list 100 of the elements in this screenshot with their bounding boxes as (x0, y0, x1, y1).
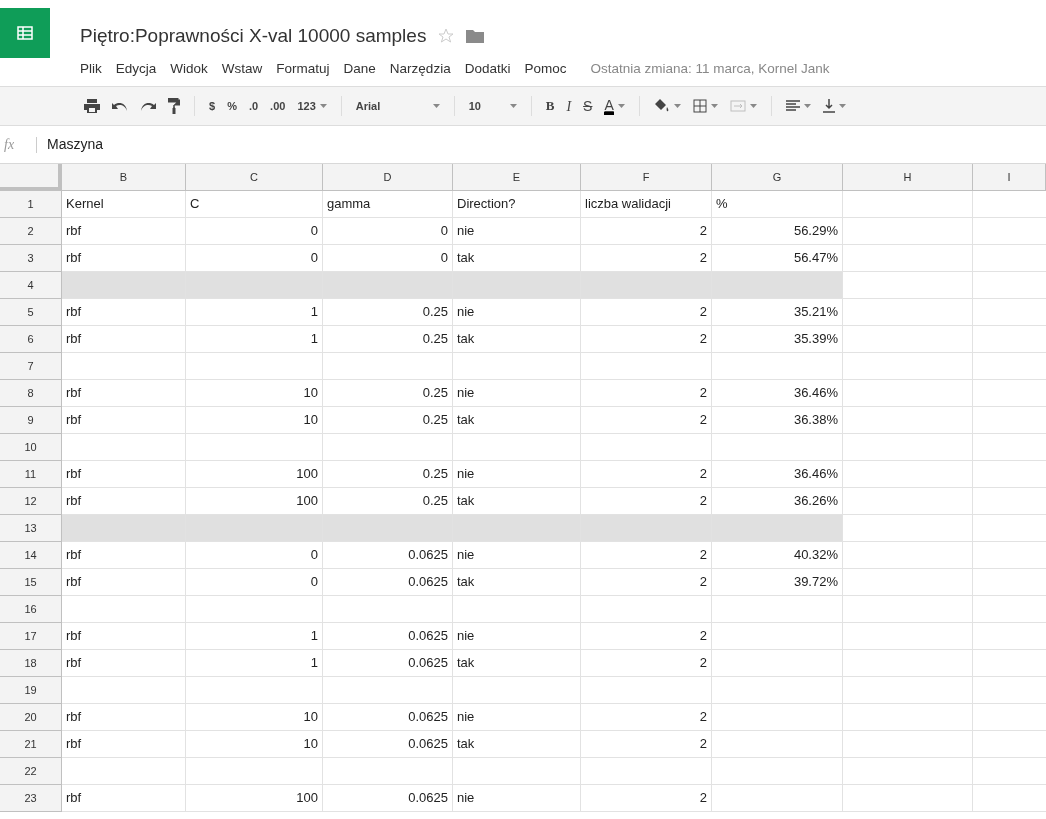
menu-item[interactable]: Plik (80, 58, 102, 79)
table-cell: tak (453, 326, 581, 353)
menu-item[interactable]: Edycja (115, 58, 157, 79)
row-header[interactable]: 12 (0, 488, 62, 515)
borders-icon (692, 99, 707, 113)
table-cell: nie (453, 461, 581, 488)
caret-icon (432, 104, 440, 108)
number-format-button[interactable]: 123 (291, 92, 333, 120)
row-header[interactable]: 19 (0, 677, 62, 704)
row-header[interactable]: 3 (0, 245, 62, 272)
table-cell: 2 (581, 326, 712, 353)
table-cell: Direction? (453, 191, 581, 218)
row-header[interactable]: 20 (0, 704, 62, 731)
menu-item[interactable]: Widok (170, 58, 208, 79)
percent-button[interactable]: % (221, 92, 243, 120)
bold-button[interactable]: B (539, 92, 561, 120)
table-cell: tak (453, 488, 581, 515)
row-header[interactable]: 2 (0, 218, 62, 245)
table-cell: C (186, 191, 323, 218)
table-cell: nie (453, 704, 581, 731)
row-header[interactable]: 1 (0, 191, 62, 218)
increase-decimals-button[interactable]: .00 (264, 92, 292, 120)
row-header[interactable]: 13 (0, 515, 62, 542)
menu-item[interactable]: Narzędzia (389, 58, 451, 79)
table-cell: 0.25 (323, 380, 453, 407)
folder-icon[interactable] (466, 29, 485, 44)
table-cell: nie (453, 542, 581, 569)
row-header[interactable]: 10 (0, 434, 62, 461)
row-header[interactable]: 11 (0, 461, 62, 488)
column-header[interactable]: H (843, 164, 973, 191)
row-header[interactable]: 22 (0, 758, 62, 785)
column-header[interactable]: B (62, 164, 186, 191)
table-cell: rbf (62, 623, 186, 650)
column-header[interactable]: F (581, 164, 712, 191)
table-cell: rbf (62, 461, 186, 488)
table-cell: 2 (581, 380, 712, 407)
column-header[interactable]: I (973, 164, 1046, 191)
row-header[interactable]: 9 (0, 407, 62, 434)
row-header[interactable]: 4 (0, 272, 62, 299)
row-header[interactable]: 15 (0, 569, 62, 596)
table-cell: rbf (62, 569, 186, 596)
table-cell: tak (453, 650, 581, 677)
column-header[interactable]: E (453, 164, 581, 191)
table-cell: % (712, 191, 843, 218)
table-cell: rbf (62, 731, 186, 758)
menu-item[interactable]: Dane (343, 58, 376, 79)
table-cell: 0.25 (323, 326, 453, 353)
table-cell: 10 (186, 407, 323, 434)
table-cell: rbf (62, 488, 186, 515)
menu-item[interactable]: Dodatki (464, 58, 511, 79)
table-cell: rbf (62, 542, 186, 569)
function-label: fx (4, 136, 16, 154)
caret-icon (710, 104, 718, 108)
menu-item[interactable]: Pomoc (524, 58, 567, 79)
corner-cell[interactable] (0, 164, 62, 191)
row-header[interactable]: 6 (0, 326, 62, 353)
sheets-logo[interactable] (0, 8, 50, 58)
italic-button[interactable]: I (560, 92, 578, 120)
last-edit-note[interactable]: Ostatnia zmiana: 11 marca, Kornel Jank (590, 58, 830, 79)
menu-item[interactable]: Formatuj (276, 58, 330, 79)
row-header[interactable]: 17 (0, 623, 62, 650)
text-color-button[interactable]: A (598, 92, 631, 120)
font-size-dropdown[interactable]: 10 (462, 92, 523, 120)
row-header[interactable]: 8 (0, 380, 62, 407)
row-header[interactable]: 14 (0, 542, 62, 569)
row-header[interactable]: 16 (0, 596, 62, 623)
column-header[interactable]: C (186, 164, 323, 191)
caret-icon (749, 104, 757, 108)
table-cell: 2 (581, 623, 712, 650)
row-header[interactable]: 23 (0, 785, 62, 812)
table-cell: 2 (581, 650, 712, 677)
formula-input[interactable]: Maszyna (47, 134, 1046, 155)
row-header[interactable]: 5 (0, 299, 62, 326)
table-cell: tak (453, 407, 581, 434)
document-title[interactable]: Piętro:Poprawności X-val 10000 samples (80, 22, 427, 51)
strikethrough-button[interactable]: S (577, 92, 599, 120)
table-cell: rbf (62, 245, 186, 272)
font-dropdown[interactable]: Arial (349, 92, 446, 120)
table-cell: 1 (186, 326, 323, 353)
table-cell: Kernel (62, 191, 186, 218)
decrease-decimals-button[interactable]: .0 (242, 92, 265, 120)
star-icon[interactable] (438, 28, 455, 45)
table-cell: 36.46% (712, 380, 843, 407)
table-cell: rbf (62, 407, 186, 434)
column-header[interactable]: D (323, 164, 453, 191)
table-cell: 0.0625 (323, 623, 453, 650)
menu-item[interactable]: Wstaw (221, 58, 263, 79)
table-icon (17, 26, 33, 40)
caret-icon (319, 104, 327, 108)
align-left-icon (785, 100, 800, 112)
table-cell: 0.25 (323, 407, 453, 434)
table-cell: 10 (186, 380, 323, 407)
row-header[interactable]: 21 (0, 731, 62, 758)
table-cell: 56.47% (712, 245, 843, 272)
row-header[interactable]: 7 (0, 353, 62, 380)
table-cell: 0 (186, 569, 323, 596)
column-header[interactable]: G (712, 164, 843, 191)
table-cell: 0 (323, 218, 453, 245)
currency-button[interactable]: $ (203, 92, 222, 120)
row-header[interactable]: 18 (0, 650, 62, 677)
